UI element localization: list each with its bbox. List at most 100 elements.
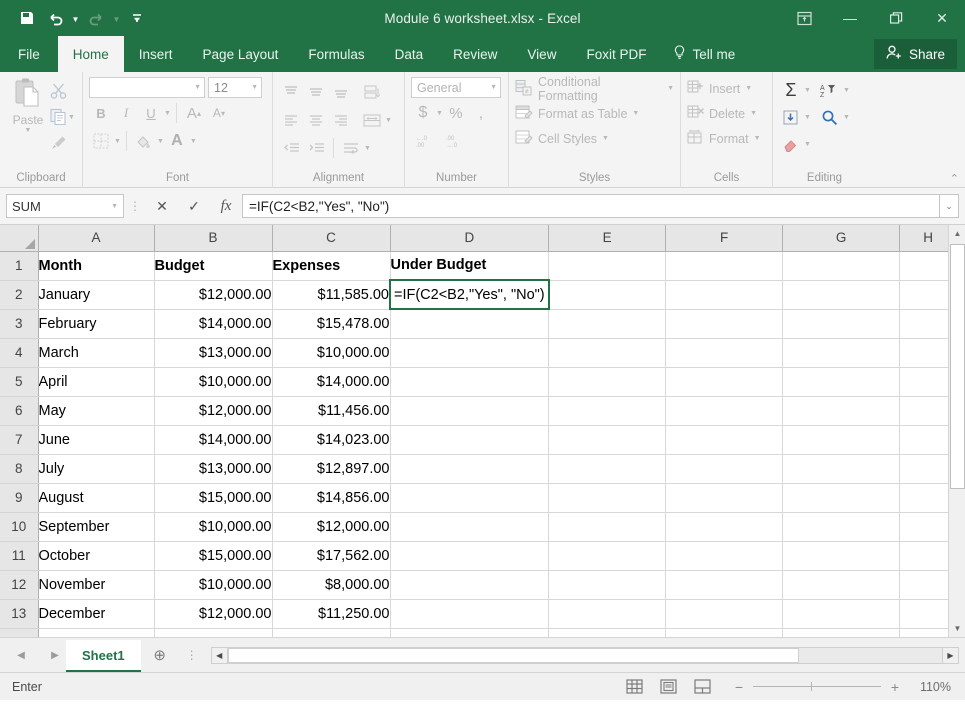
redo-dropdown-icon[interactable]: ▼ [111,5,122,31]
cell-D7[interactable] [390,425,549,454]
sheet-tab-menu-icon[interactable]: ⋮ [179,638,205,672]
cell-A10[interactable]: September [38,512,154,541]
cell-B11[interactable]: $15,000.00 [154,541,272,570]
increase-indent-button[interactable] [304,136,328,160]
cell-F8[interactable] [666,454,783,483]
cell-G14[interactable] [783,628,900,637]
format-cells-dropdown-icon[interactable]: ▼ [754,135,761,142]
decrease-decimal-button[interactable]: .00→.0 [441,129,465,153]
cell-F6[interactable] [666,396,783,425]
cut-button[interactable] [50,79,75,103]
cell-B10[interactable]: $10,000.00 [154,512,272,541]
expand-formula-bar-icon[interactable]: ⌄ [939,194,959,218]
tab-foxit-pdf[interactable]: Foxit PDF [571,36,661,72]
cell-D14[interactable] [390,628,549,637]
merge-and-center-button[interactable] [360,108,384,132]
fill-color-button[interactable] [132,129,156,153]
number-format-dropdown-icon[interactable]: ▼ [490,84,497,91]
format-as-table-dropdown-icon[interactable]: ▼ [632,110,639,117]
cell-C14[interactable] [272,628,390,637]
previous-sheet-icon[interactable]: ◀ [10,650,32,661]
cell-F9[interactable] [666,483,783,512]
tell-me-box[interactable]: Tell me [661,36,747,72]
grow-font-button[interactable]: A▴ [182,101,206,125]
column-header-d[interactable]: D [390,225,549,251]
cell-D9[interactable] [390,483,549,512]
tab-file[interactable]: File [0,36,58,72]
cell-F11[interactable] [666,541,783,570]
cell-E4[interactable] [549,338,666,367]
undo-icon[interactable] [42,5,68,31]
clear-button[interactable] [779,133,803,157]
cell-A11[interactable]: October [38,541,154,570]
ribbon-display-options-icon[interactable] [781,0,827,36]
vertical-scroll-thumb[interactable] [950,244,965,489]
cell-F12[interactable] [666,570,783,599]
zoom-in-button[interactable]: + [889,679,901,695]
cell-E10[interactable] [549,512,666,541]
tab-review[interactable]: Review [438,36,512,72]
font-color-button[interactable]: A [165,129,189,153]
cell-G10[interactable] [783,512,900,541]
cell-C12[interactable]: $8,000.00 [272,570,390,599]
cell-E1[interactable] [549,251,666,280]
shrink-font-button[interactable]: A▾ [207,101,231,125]
row-header-8[interactable]: 8 [0,454,38,483]
cell-E7[interactable] [549,425,666,454]
tab-formulas[interactable]: Formulas [293,36,379,72]
cell-B14[interactable] [154,628,272,637]
cell-C13[interactable]: $11,250.00 [272,599,390,628]
zoom-slider[interactable] [753,686,881,687]
cell-F14[interactable] [666,628,783,637]
cell-E2[interactable] [549,280,666,309]
cell-G4[interactable] [783,338,900,367]
cell-E5[interactable] [549,367,666,396]
cell-B3[interactable]: $14,000.00 [154,309,272,338]
tab-insert[interactable]: Insert [124,36,188,72]
cell-G6[interactable] [783,396,900,425]
restore-button[interactable] [873,0,919,36]
cell-D2[interactable]: =IF(C2<B2,"Yes", "No") [390,280,549,309]
cell-D8[interactable] [390,454,549,483]
cell-C9[interactable]: $14,856.00 [272,483,390,512]
row-header-3[interactable]: 3 [0,309,38,338]
cell-G3[interactable] [783,309,900,338]
column-header-a[interactable]: A [38,225,154,251]
cell-A9[interactable]: August [38,483,154,512]
column-header-f[interactable]: F [666,225,783,251]
accounting-dropdown-icon[interactable]: ▼ [436,110,443,117]
zoom-slider-handle[interactable] [811,682,812,691]
cell-styles-button[interactable]: Cell Styles ▼ [515,126,674,151]
scroll-down-icon[interactable]: ▼ [949,620,965,637]
column-header-b[interactable]: B [154,225,272,251]
fill-dropdown-icon[interactable]: ▼ [804,114,811,121]
add-sheet-icon[interactable]: ⊕ [141,638,179,672]
sort-filter-dropdown-icon[interactable]: ▼ [843,87,850,94]
collapse-ribbon-icon[interactable]: ⌃ [950,172,959,185]
close-button[interactable]: ✕ [919,0,965,36]
find-and-select-button[interactable] [818,106,842,130]
wrap-text-button[interactable] [339,136,363,160]
cell-A8[interactable]: July [38,454,154,483]
cell-G5[interactable] [783,367,900,396]
formula-input[interactable]: =IF(C2<B2,"Yes", "No") [242,194,939,218]
underline-dropdown-icon[interactable]: ▼ [164,110,171,117]
horizontal-scrollbar[interactable]: ◀ ▶ [205,638,965,672]
format-painter-button[interactable] [50,131,75,155]
cell-F13[interactable] [666,599,783,628]
format-as-table-button[interactable]: Format as Table ▼ [515,101,674,126]
cell-C5[interactable]: $14,000.00 [272,367,390,396]
cell-E3[interactable] [549,309,666,338]
cell-C3[interactable]: $15,478.00 [272,309,390,338]
align-top-button[interactable] [279,80,303,104]
cell-A7[interactable]: June [38,425,154,454]
undo-dropdown-icon[interactable]: ▼ [70,5,81,31]
page-break-preview-icon[interactable] [685,676,719,698]
cell-D12[interactable] [390,570,549,599]
font-color-dropdown-icon[interactable]: ▼ [190,138,197,145]
align-right-button[interactable] [329,108,353,132]
cell-B12[interactable]: $10,000.00 [154,570,272,599]
cell-C6[interactable]: $11,456.00 [272,396,390,425]
accounting-format-button[interactable]: $ [411,101,435,125]
cell-A2[interactable]: January [38,280,154,309]
